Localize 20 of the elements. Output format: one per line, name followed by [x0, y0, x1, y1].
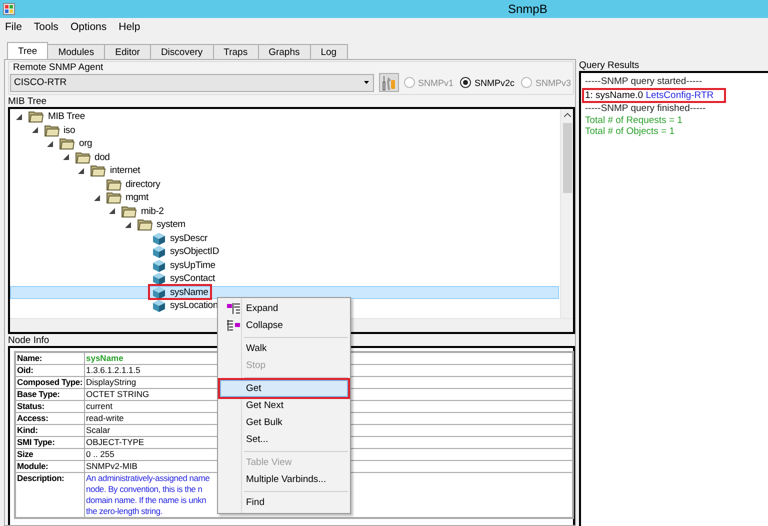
section-label: Node Info: [8, 335, 50, 346]
property-label: Name:: [15, 352, 84, 364]
section-label: Query Results: [579, 60, 640, 71]
query-log-line: -----SNMP query started-----: [585, 76, 703, 88]
group-label: Remote SNMP Agent: [12, 62, 104, 73]
query-log-line: -----SNMP query finished-----: [585, 103, 707, 114]
property-label: Base Type:: [15, 388, 84, 400]
property-label: Kind:: [15, 424, 84, 436]
property-label: Oid:: [15, 364, 84, 376]
property-label: Description:: [15, 472, 84, 518]
property-label: Status:: [15, 400, 84, 412]
query-log-line: Total # of Objects = 1: [585, 126, 676, 138]
property-label: Module:: [15, 460, 84, 472]
window-title: SnmpB: [508, 2, 548, 16]
property-label: Composed Type:: [15, 376, 84, 388]
query-log-line: Total # of Requests = 1: [585, 114, 684, 126]
property-label: Access:: [15, 412, 84, 424]
property-label: Size: [15, 448, 84, 460]
section-label: MIB Tree: [8, 96, 47, 107]
property-label: SMI Type:: [15, 436, 84, 448]
